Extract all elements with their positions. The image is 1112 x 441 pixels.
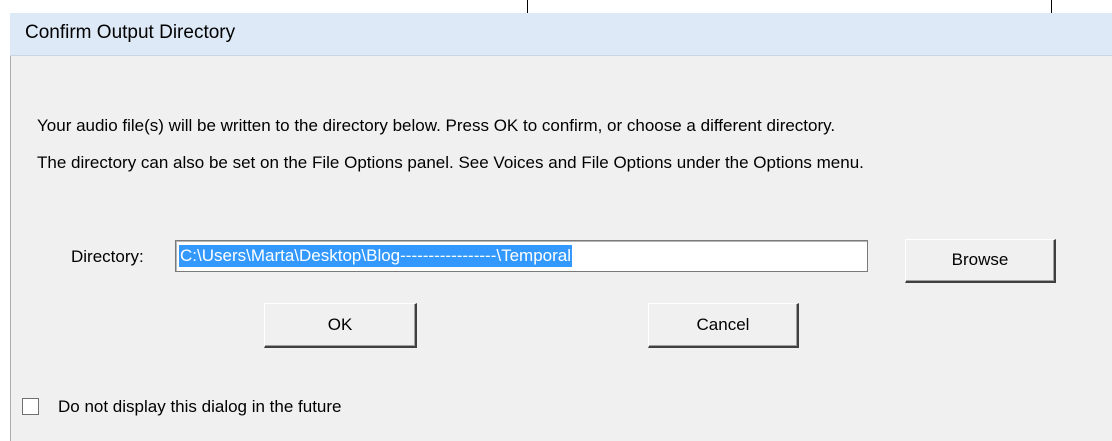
browse-button[interactable]: Browse <box>905 239 1056 283</box>
directory-label: Directory: <box>71 247 144 266</box>
cancel-button-label: Cancel <box>696 315 750 334</box>
screen: Confirm Output Directory Your audio file… <box>0 0 1112 441</box>
dialog-titlebar[interactable]: Confirm Output Directory <box>10 13 1112 56</box>
message-line-1: Your audio file(s) will be written to th… <box>37 116 836 135</box>
message-line-2: The directory can also be set on the Fil… <box>37 153 864 172</box>
ok-button[interactable]: OK <box>264 303 417 348</box>
dialog-title: Confirm Output Directory <box>25 22 236 43</box>
do-not-display-label[interactable]: Do not display this dialog in the future <box>58 397 342 417</box>
do-not-display-checkbox[interactable] <box>22 398 39 415</box>
directory-input[interactable]: C:\Users\Marta\Desktop\Blog-------------… <box>175 240 868 272</box>
cancel-button[interactable]: Cancel <box>648 303 799 348</box>
directory-value: C:\Users\Marta\Desktop\Blog-------------… <box>179 245 573 267</box>
ok-button-label: OK <box>327 315 353 334</box>
browse-button-label: Browse <box>951 250 1009 269</box>
background-window-edge <box>527 0 528 14</box>
background-window-edge <box>1051 0 1052 14</box>
